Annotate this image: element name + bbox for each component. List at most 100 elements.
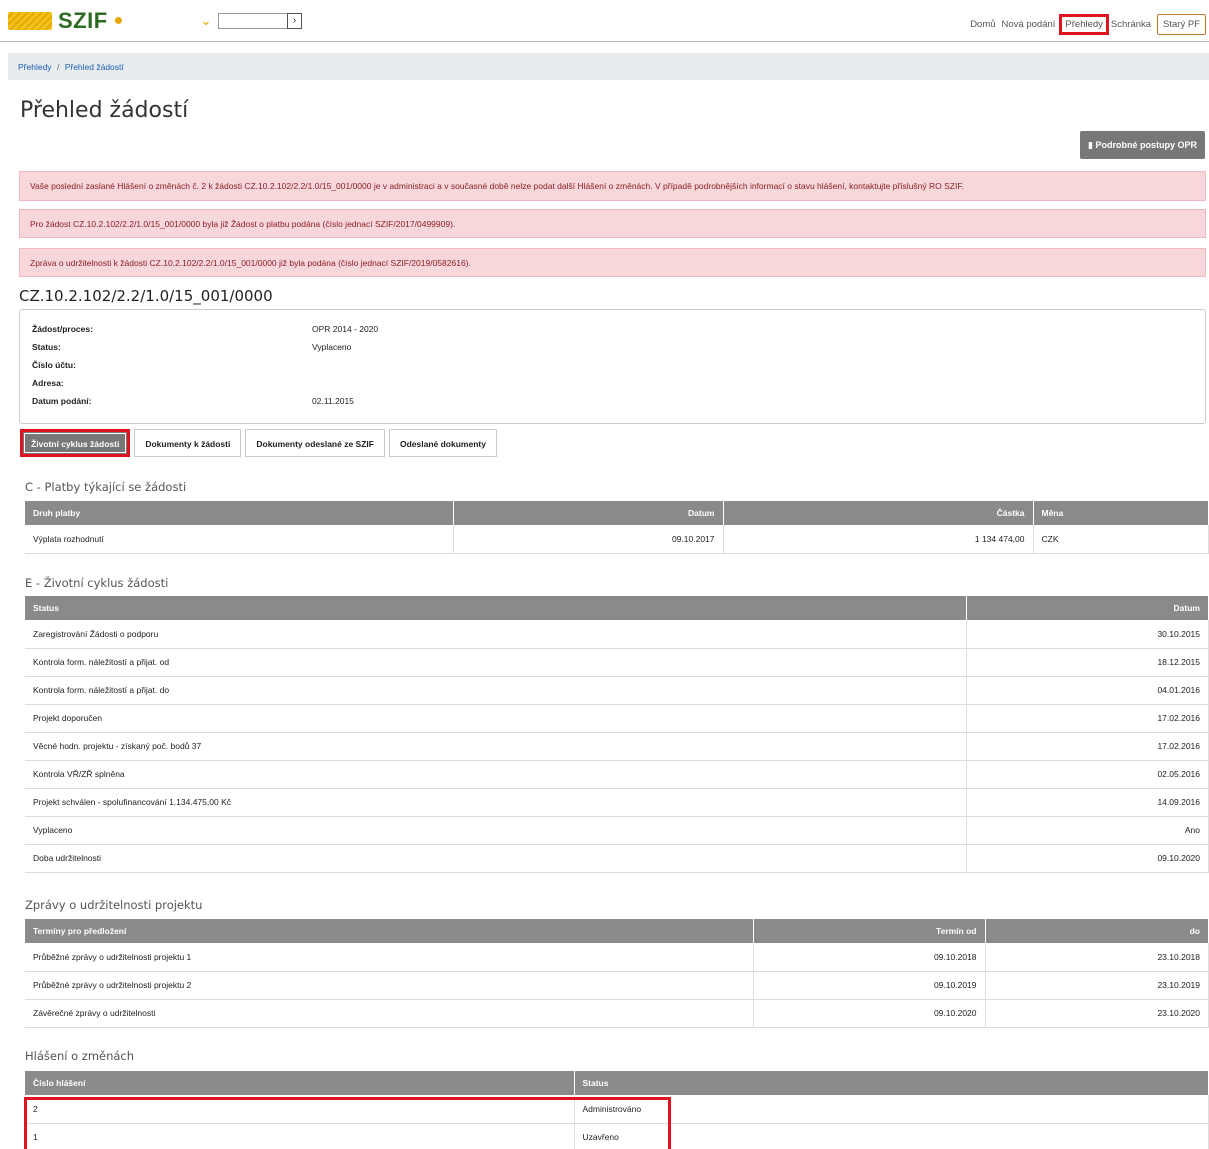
nav-schranka[interactable]: Schránka (1111, 19, 1151, 30)
cell: 14.09.2016 (966, 788, 1209, 817)
tab-dokumenty-k-zadosti[interactable]: Dokumenty k žádosti (134, 429, 242, 457)
table-row: Kontrola form. náležitostí a přijat. od 1… (25, 648, 1209, 677)
table-row: Kontrola form. náležitostí a přijat. do 0… (25, 676, 1209, 705)
lifecycle-table: Status Datum Zaregistrování Žádosti o po… (25, 596, 1209, 873)
chevron-down-icon[interactable]: ⌄ (200, 12, 212, 29)
tab-dokumenty-odeslane-ze-szif[interactable]: Dokumenty odeslané ze SZIF (245, 429, 385, 457)
breadcrumb: Přehledy / Přehled žádostí (8, 53, 1209, 80)
cell: 02.05.2016 (966, 760, 1209, 789)
col-header: Termín od (753, 919, 986, 943)
podrobne-postupy-button[interactable]: ▮ Podrobné postupy OPR (1080, 131, 1205, 159)
info-row: Datum podání: 02.11.2015 (32, 392, 1193, 410)
table-row[interactable]: 1 Uzavřeno (25, 1123, 1209, 1149)
table-row: Kontrola VŘ/ZŘ splněna 02.05.2016 (25, 760, 1209, 789)
lifecycle-title: E - Životní cyklus žádosti (25, 576, 169, 590)
table-row[interactable]: 2 Administrováno (25, 1095, 1209, 1124)
cell: 17.02.2016 (966, 704, 1209, 733)
sustainability-title: Zprávy o udržitelnosti projektu (25, 898, 203, 912)
cell: 23.10.2018 (985, 943, 1209, 972)
cell: 09.10.2020 (966, 844, 1209, 873)
table-row: Projekt doporučen 17.02.2016 (25, 704, 1209, 733)
alert-sustainability: Zpráva o udržitelnosti k žádosti CZ.10.2… (19, 248, 1206, 277)
application-info-panel: Žádost/proces: OPR 2014 - 2020 Status: Vyp… (19, 309, 1206, 424)
logo-stripes-icon (8, 12, 52, 30)
col-header: Druh platby (25, 501, 454, 525)
table-row: Projekt schválen - spolufinancování 1.13… (25, 788, 1209, 817)
col-header: Status (25, 596, 967, 620)
cell: Kontrola form. náležitostí a přijat. do (25, 676, 967, 705)
cell: 04.01.2016 (966, 676, 1209, 705)
cell: 23.10.2020 (985, 999, 1209, 1028)
table-row: Průběžné zprávy o udržitelnosti projektu… (25, 943, 1209, 972)
sustainability-table: Termíny pro předložení Termín od do Průb… (25, 919, 1209, 1028)
changes-table: Číslo hlášení Status 2 Administrováno 1 Uz… (25, 1071, 1209, 1149)
table-row: Závěrečné zprávy o udržitelnosti 09.10.20… (25, 999, 1209, 1028)
table-row: Vyplaceno Ano (25, 816, 1209, 845)
changes-title: Hlášení o změnách (25, 1049, 135, 1063)
nav-nova-podani[interactable]: Nová podání (1002, 19, 1056, 30)
cell: Uzavřeno (574, 1123, 1209, 1149)
document-icon: ▮ (1088, 140, 1093, 150)
top-navbar: SZIF ● ⌄ › Domů Nová podání Přehledy Sch… (0, 0, 1209, 42)
table-row: Věcné hodn. projektu - získaný poč. bodů… (25, 732, 1209, 761)
user-icon[interactable]: ● (114, 12, 124, 30)
cell: Výplata rozhodnutí (25, 525, 454, 554)
application-id: CZ.10.2.102/2.2/1.0/15_001/0000 (19, 287, 273, 305)
info-value: OPR 2014 - 2020 (312, 324, 379, 334)
cell: Kontrola VŘ/ZŘ splněna (25, 760, 967, 789)
nav-domu[interactable]: Domů (970, 19, 995, 30)
nav-prehledy[interactable]: Přehledy (1059, 14, 1109, 35)
cell: 09.10.2020 (753, 999, 986, 1028)
cell: Ano (966, 816, 1209, 845)
old-portal-button[interactable]: Starý PF (1157, 14, 1206, 35)
info-row: Status: Vyplaceno (32, 338, 1193, 356)
breadcrumb-prehled-zadosti[interactable]: Přehled žádostí (65, 62, 124, 72)
col-header: Datum (966, 596, 1209, 620)
cell: 17.02.2016 (966, 732, 1209, 761)
cell: Průběžné zprávy o udržitelnosti projektu… (25, 971, 754, 1000)
info-key: Číslo účtu: (32, 360, 76, 370)
col-header: Měna (1033, 501, 1209, 525)
col-header: Termíny pro předložení (25, 919, 754, 943)
szif-logo[interactable]: SZIF ● (8, 8, 124, 33)
cell: Projekt doporučen (25, 704, 967, 733)
main-nav: Domů Nová podání Přehledy Schránka Starý… (964, 14, 1209, 35)
breadcrumb-prehledy[interactable]: Přehledy (18, 62, 52, 72)
cell: Administrováno (574, 1095, 1209, 1124)
info-key: Adresa: (32, 378, 64, 388)
alert-change-report: Vaše poslední zaslané Hlášení o změnách … (19, 171, 1206, 201)
info-value: 02.11.2015 (312, 396, 354, 406)
cell: 2 (25, 1095, 575, 1124)
cell: CZK (1033, 525, 1209, 554)
cell: Závěrečné zprávy o udržitelnosti (25, 999, 754, 1028)
cell: Průběžné zprávy o udržitelnosti projektu… (25, 943, 754, 972)
col-header: Datum (453, 501, 724, 525)
cell: Vyplaceno (25, 816, 967, 845)
subject-select[interactable] (218, 13, 288, 29)
info-key: Žádost/proces: (32, 324, 93, 334)
go-button[interactable]: › (287, 13, 302, 29)
cell: 09.10.2019 (753, 971, 986, 1000)
info-key: Status: (32, 342, 61, 352)
alert-payment: Pro žádost CZ.10.2.102/2.2/1.0/15_001/00… (19, 209, 1206, 238)
info-row: Číslo účtu: (32, 356, 1193, 374)
podrobne-postupy-label: Podrobné postupy OPR (1095, 140, 1197, 150)
col-header: Částka (723, 501, 1034, 525)
logo-text: SZIF (58, 8, 108, 33)
cell: 09.10.2018 (753, 943, 986, 972)
info-row: Žádost/proces: OPR 2014 - 2020 (32, 320, 1193, 338)
cell: 30.10.2015 (966, 620, 1209, 649)
cell: Doba udržitelnosti (25, 844, 967, 873)
cell: Projekt schválen - spolufinancování 1.13… (25, 788, 967, 817)
table-row: Zaregistrování Žádosti o podporu 30.10.20… (25, 620, 1209, 649)
tab-bar: Životní cyklus žádosti Dokumenty k žádos… (20, 429, 501, 457)
cell: 09.10.2017 (453, 525, 724, 554)
payments-title: C - Platby týkající se žádosti (25, 480, 187, 494)
payments-table: Druh platby Datum Částka Měna Výplata ro… (25, 501, 1209, 554)
table-row: Průběžné zprávy o udržitelnosti projektu… (25, 971, 1209, 1000)
tab-zivotni-cyklus[interactable]: Životní cyklus žádosti (20, 429, 131, 457)
tab-odeslane-dokumenty[interactable]: Odeslané dokumenty (388, 429, 497, 457)
cell: 23.10.2019 (985, 971, 1209, 1000)
cell: Kontrola form. náležitostí a přijat. od (25, 648, 967, 677)
cell: Věcné hodn. projektu - získaný poč. bodů… (25, 732, 967, 761)
